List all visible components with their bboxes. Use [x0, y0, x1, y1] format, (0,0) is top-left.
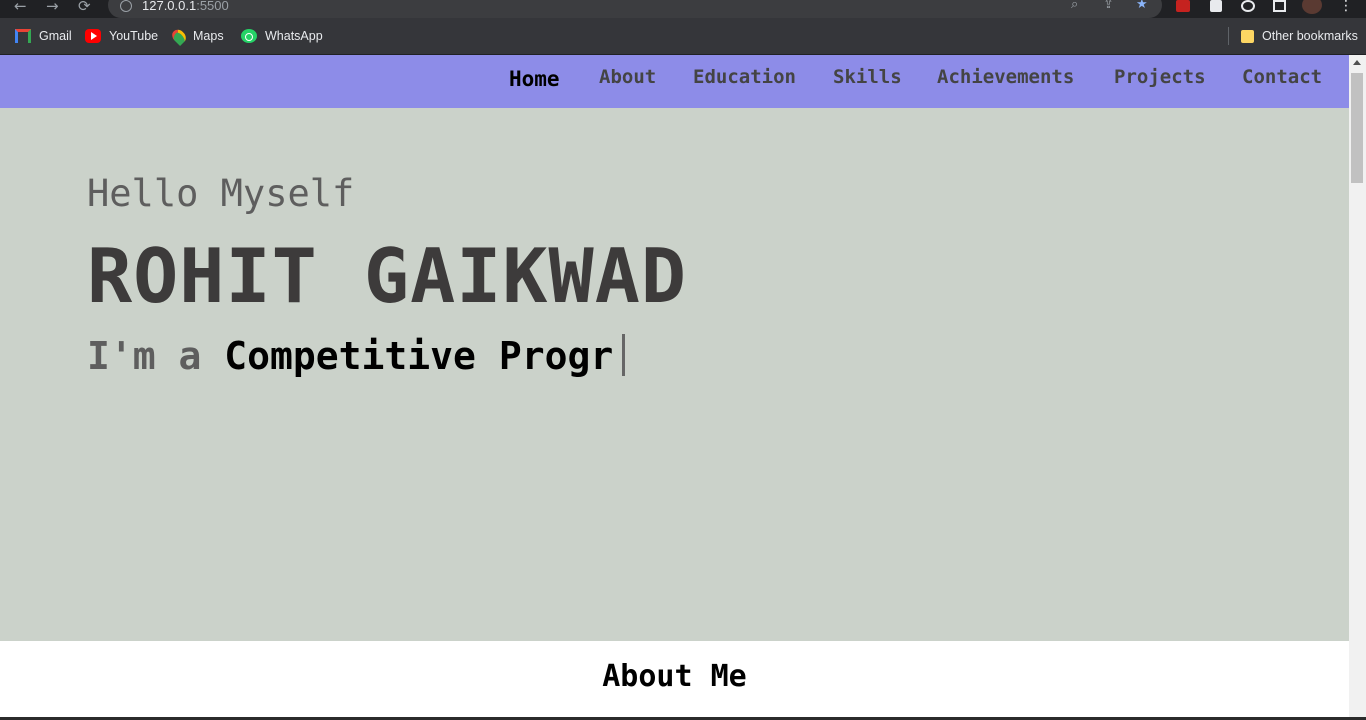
- nav-education[interactable]: Education: [693, 66, 796, 88]
- bookmark-label: Maps: [193, 29, 224, 43]
- folder-icon: [1241, 29, 1254, 43]
- nav-about[interactable]: About: [599, 66, 656, 88]
- extension-icon[interactable]: [1176, 0, 1190, 12]
- typed-text: Competitive Progr: [224, 334, 614, 378]
- browser-toolbar: ← → ⟳ 127.0.0.1:5500 ⌕ ⇪ ★ ⋮: [0, 0, 1366, 18]
- bookmark-maps[interactable]: Maps: [169, 26, 224, 46]
- hero-section: Hello Myself ROHIT GAIKWAD I'm a Competi…: [0, 108, 1349, 641]
- bookmark-label: YouTube: [109, 29, 159, 43]
- other-bookmarks-label: Other bookmarks: [1262, 29, 1358, 43]
- nav-skills[interactable]: Skills: [833, 66, 902, 88]
- zoom-icon[interactable]: ⌕: [1071, 0, 1078, 11]
- extension-sync-icon[interactable]: [1241, 0, 1255, 12]
- page-scrollbar[interactable]: [1349, 55, 1366, 720]
- bookmark-youtube[interactable]: YouTube: [85, 28, 158, 44]
- bookmark-whatsapp[interactable]: WhatsApp: [241, 28, 323, 44]
- gmail-icon: [15, 29, 31, 43]
- typing-cursor: [622, 334, 626, 376]
- browser-menu-icon[interactable]: ⋮: [1339, 0, 1353, 15]
- bookmarks-divider: [1228, 27, 1229, 45]
- reload-icon[interactable]: ⟳: [78, 0, 91, 15]
- other-bookmarks[interactable]: Other bookmarks: [1241, 28, 1358, 44]
- hero-greeting: Hello Myself: [87, 172, 355, 215]
- scroll-thumb[interactable]: [1351, 73, 1363, 183]
- bookmark-label: WhatsApp: [265, 29, 323, 43]
- nav-home[interactable]: Home: [509, 67, 560, 91]
- bookmarks-bar: Gmail YouTube Maps WhatsApp Other bookma…: [0, 18, 1366, 55]
- side-panel-icon[interactable]: [1273, 0, 1286, 12]
- forward-icon[interactable]: →: [46, 0, 59, 15]
- hero-typing-line: I'm a Competitive Progr: [87, 334, 626, 378]
- profile-avatar[interactable]: [1302, 0, 1322, 14]
- youtube-icon: [85, 29, 101, 43]
- about-section-title: About Me: [0, 659, 1349, 694]
- bookmark-star-icon[interactable]: ★: [1136, 0, 1148, 11]
- scroll-up-arrow-icon[interactable]: [1353, 60, 1361, 65]
- url-text[interactable]: 127.0.0.1:5500: [142, 0, 229, 12]
- bookmark-gmail[interactable]: Gmail: [15, 28, 72, 44]
- site-navbar: Home About Education Skills Achievements…: [0, 55, 1349, 108]
- share-icon[interactable]: ⇪: [1103, 0, 1114, 11]
- whatsapp-icon: [241, 29, 257, 43]
- typing-prefix: I'm a: [87, 334, 225, 378]
- nav-achievements[interactable]: Achievements: [937, 66, 1074, 88]
- address-bar[interactable]: 127.0.0.1:5500 ⌕ ⇪ ★: [108, 0, 1162, 18]
- hero-name: ROHIT GAIKWAD: [87, 232, 687, 320]
- maps-icon: [169, 26, 189, 46]
- site-info-icon[interactable]: [120, 0, 132, 12]
- back-icon[interactable]: ←: [14, 0, 27, 15]
- bookmark-label: Gmail: [39, 29, 72, 43]
- nav-contact[interactable]: Contact: [1242, 66, 1322, 88]
- about-title-text: About Me: [602, 659, 747, 694]
- extensions-puzzle-icon[interactable]: [1210, 0, 1222, 12]
- page-viewport: Home About Education Skills Achievements…: [0, 55, 1349, 720]
- nav-projects[interactable]: Projects: [1114, 66, 1206, 88]
